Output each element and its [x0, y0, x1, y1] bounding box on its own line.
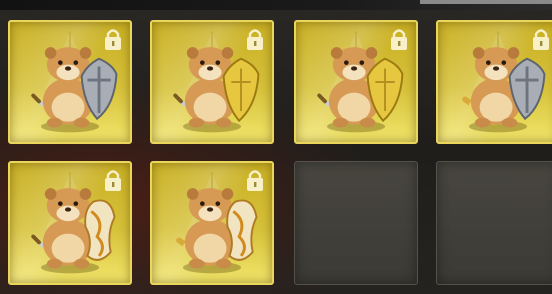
lock-icon[interactable] [102, 168, 124, 192]
skin-slot[interactable] [150, 161, 274, 285]
skin-slot[interactable] [8, 161, 132, 285]
empty-slot[interactable] [436, 161, 552, 285]
lock-icon[interactable] [102, 27, 124, 51]
lock-icon[interactable] [388, 27, 410, 51]
lock-icon[interactable] [244, 27, 266, 51]
skin-slot[interactable] [294, 20, 418, 144]
lock-icon[interactable] [244, 168, 266, 192]
skin-slot[interactable] [436, 20, 552, 144]
inventory-grid [0, 0, 552, 294]
lock-icon[interactable] [530, 27, 552, 51]
empty-slot[interactable] [294, 161, 418, 285]
skin-slot[interactable] [8, 20, 132, 144]
skin-slot[interactable] [150, 20, 274, 144]
